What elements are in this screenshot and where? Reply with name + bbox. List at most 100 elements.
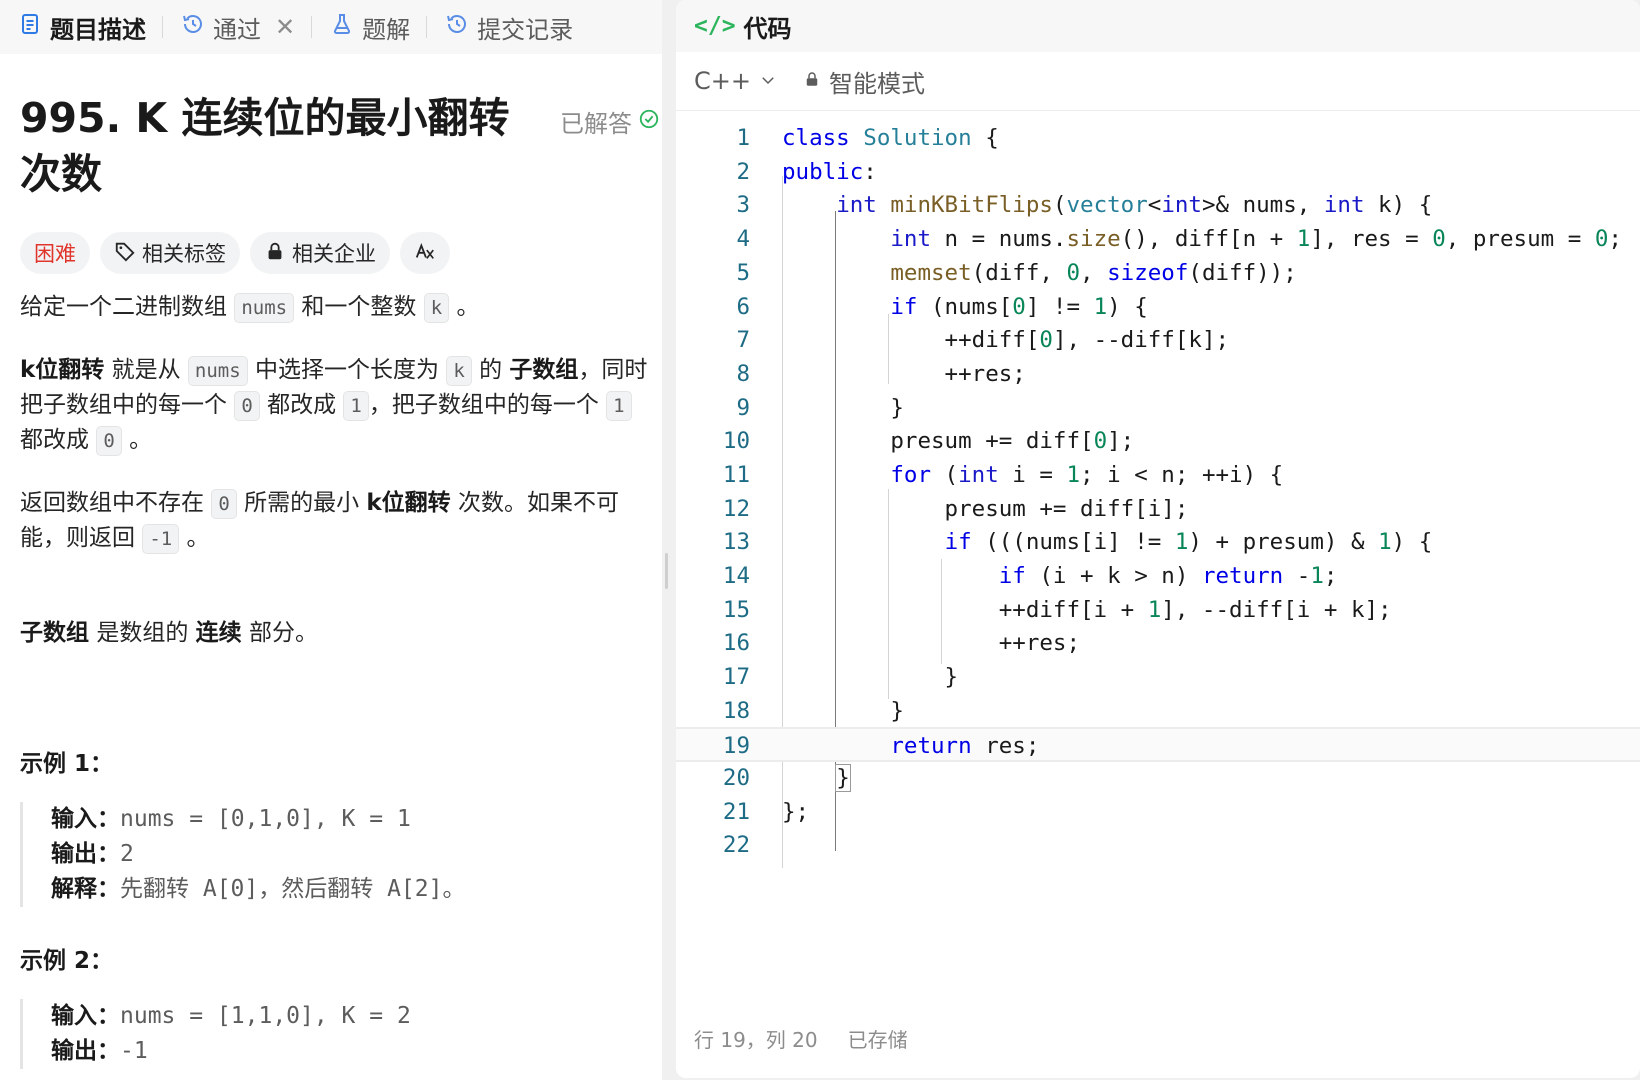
related-companies-label: 相关企业 [292, 242, 376, 266]
language-select[interactable]: C++ [694, 67, 777, 95]
example-explanation: 解释：先翻转 A[0]，然后翻转 A[2]。 [51, 872, 651, 907]
example-output: 输出：-1 [51, 1034, 651, 1069]
difficulty-badge: 困难 [20, 232, 90, 274]
explanation-value: 先翻转 A[0]，然后翻转 A[2]。 [120, 876, 466, 902]
line-number: 12 [722, 496, 750, 522]
inline-code: 0 [96, 426, 122, 456]
tab-accepted[interactable]: 通过 ✕ [163, 0, 311, 54]
tab-description[interactable]: 题目描述 [0, 0, 162, 54]
line-number: 10 [722, 428, 750, 454]
code-line: 13 if (((nums[i] != 1) + presum) & 1) { [676, 525, 1640, 560]
line-number: 3 [736, 192, 750, 218]
text: 都改成 [20, 427, 89, 453]
translate-button[interactable] [400, 232, 450, 274]
language-label: C++ [694, 67, 751, 95]
problem-title: 995. K 连续位的最小翻转次数 [20, 94, 510, 198]
line-number: 21 [722, 799, 750, 825]
code-line: 12 presum += diff[i]; [676, 492, 1640, 527]
related-companies-button[interactable]: 相关企业 [250, 232, 390, 274]
line-number: 19 [722, 733, 750, 759]
code-line: 21}; [676, 795, 1640, 830]
input-value: nums = [1,1,0], K = 2 [120, 1003, 411, 1029]
example-2-title: 示例 2： [20, 948, 114, 974]
code-icon: </> [694, 13, 736, 39]
line-number: 5 [736, 260, 750, 286]
smart-mode-label: 智能模式 [828, 69, 925, 98]
code-editor[interactable]: 1 class Solution { 2 public: 3 int minKBit… [676, 124, 1640, 924]
code-line: 6 if (nums[0] != 1) { [676, 290, 1640, 325]
lock-icon [264, 240, 286, 267]
tab-solutions[interactable]: 题解 [312, 0, 426, 54]
tab-label: 通过 [213, 15, 261, 44]
description-icon [18, 12, 42, 42]
inline-code: 0 [234, 391, 260, 421]
line-number: 8 [736, 361, 750, 387]
history-icon [181, 12, 205, 42]
bold-text: 连续 [195, 620, 242, 646]
related-tags-button[interactable]: 相关标签 [100, 232, 240, 274]
example-input: 输入：nums = [1,1,0], K = 2 [51, 999, 651, 1034]
code-text: return res; [890, 733, 1040, 759]
inline-code: nums [234, 293, 295, 323]
code-text: ++diff[0], --diff[k]; [782, 327, 1230, 353]
inline-code: nums [187, 356, 248, 386]
panel-divider [662, 0, 672, 1080]
flask-icon [330, 12, 354, 42]
bold-text: 子数组 [20, 620, 89, 646]
code-text: if (i + k > n) return -1; [998, 563, 1338, 589]
check-circle-icon [638, 108, 660, 136]
text: ，把子数组中的每一个 [368, 392, 599, 418]
text: 返回数组中不存在 [20, 490, 204, 516]
code-text: class Solution { [782, 125, 999, 151]
line-number: 18 [722, 698, 750, 724]
resize-handle[interactable] [665, 553, 668, 589]
code-line: 22 [676, 828, 1640, 863]
explanation-label: 解释： [51, 876, 120, 902]
code-text: for (int i = 1; i < n; ++i) { [890, 462, 1284, 488]
tab-submissions[interactable]: 提交记录 [427, 0, 589, 54]
text: 给定一个二进制数组 [20, 294, 227, 320]
example-output: 输出：2 [51, 837, 651, 872]
code-line: 1 class Solution { [676, 121, 1640, 156]
code-line: 5 memset(diff, 0, sizeof(diff)); [676, 256, 1640, 291]
lock-icon [803, 67, 821, 95]
text: 的 [479, 357, 503, 383]
code-text: } [782, 395, 904, 421]
code-line: 15 ++diff[i + 1], --diff[i + k]; [676, 593, 1640, 628]
bold-text: k位翻转 [366, 490, 451, 516]
smart-mode-button[interactable]: 智能模式 [803, 64, 925, 99]
text: 都改成 [267, 392, 337, 418]
line-number: 4 [736, 226, 750, 252]
code-line: 3 int minKBitFlips(vector<int>& nums, in… [676, 188, 1640, 223]
code-line: 4 int n = nums.size(), diff[n + 1], res … [676, 222, 1640, 257]
text: 。 [456, 294, 480, 320]
code-line: 14 if (i + k > n) return -1; [676, 559, 1640, 594]
input-value: nums = [0,1,0], K = 1 [120, 806, 411, 832]
example-2-block: 输入：nums = [1,1,0], K = 2 输出：-1 [20, 999, 651, 1069]
inline-code: 1 [606, 391, 632, 421]
code-line: 18 } [676, 694, 1640, 729]
input-label: 输入： [51, 806, 120, 832]
inline-code: 1 [343, 391, 369, 421]
inline-code: k [423, 293, 450, 323]
code-line: 16 ++res; [676, 626, 1640, 661]
tab-label: 题目描述 [50, 15, 146, 44]
close-icon[interactable]: ✕ [275, 13, 295, 41]
code-line: 9 } [676, 391, 1640, 426]
example-1-block: 输入：nums = [0,1,0], K = 1 输出：2 解释：先翻转 A[0… [20, 802, 651, 907]
code-panel-header: </> 代码 [676, 0, 1640, 52]
translate-icon [414, 240, 436, 267]
line-number: 22 [722, 832, 750, 858]
code-text: if (((nums[i] != 1) + presum) & 1) { [944, 529, 1433, 555]
inline-code: -1 [142, 524, 180, 554]
line-number: 2 [736, 159, 750, 185]
inline-code: k [446, 356, 472, 386]
line-number: 16 [722, 630, 750, 656]
code-text: } [835, 764, 851, 792]
line-number: 17 [722, 664, 750, 690]
description-paragraph-4: 子数组 是数组的 连续 部分。 [20, 616, 660, 651]
bold-text: 子数组 [509, 357, 579, 383]
line-number: 14 [722, 563, 750, 589]
related-tags-label: 相关标签 [142, 242, 226, 266]
chevron-down-icon [759, 67, 777, 95]
